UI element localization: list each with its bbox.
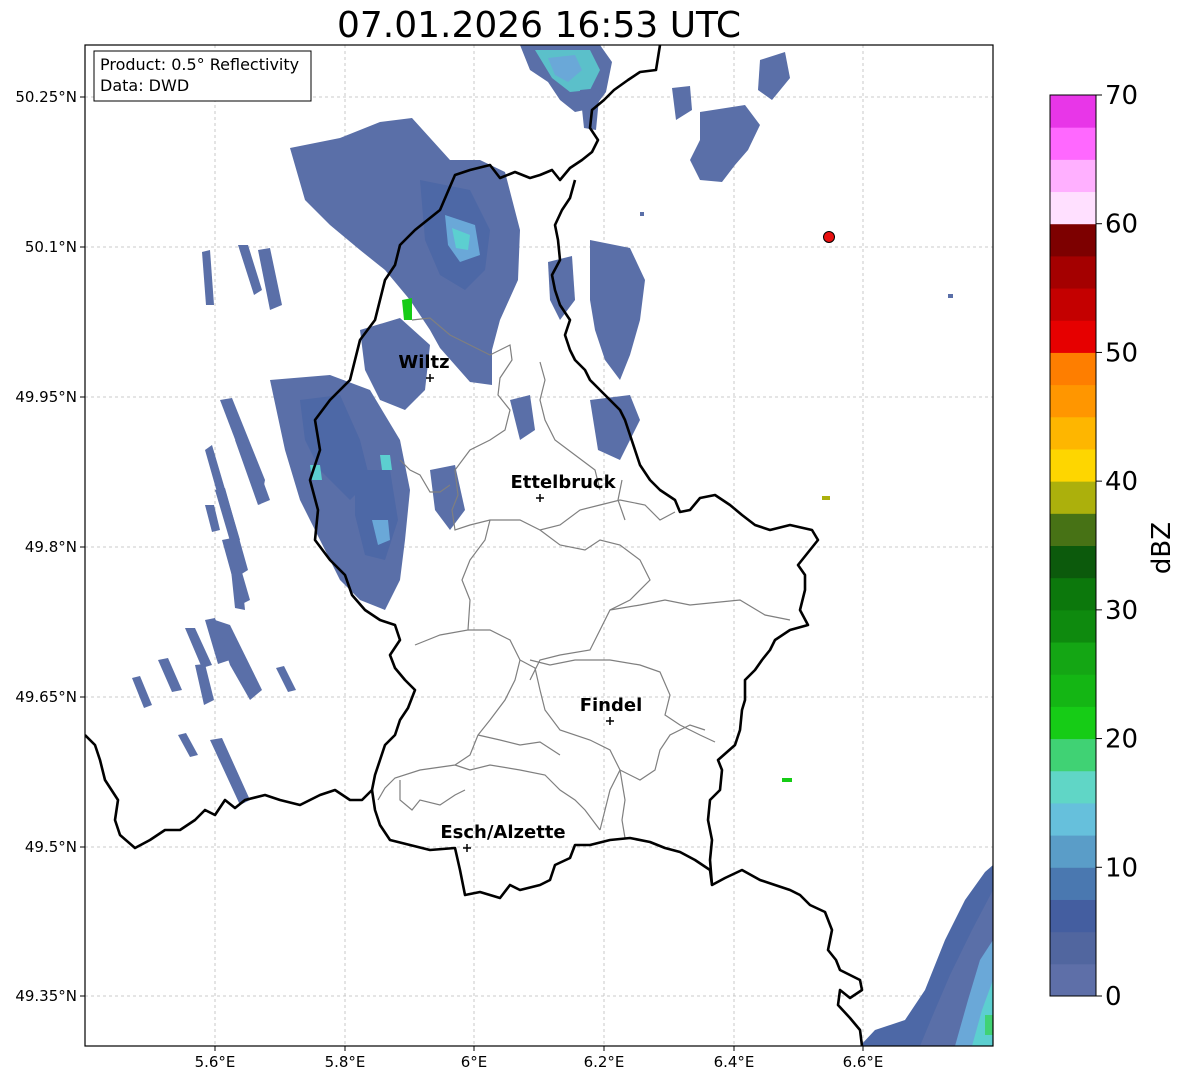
- colorbar-segment: [1050, 835, 1096, 868]
- colorbar-tick-label: 20: [1105, 725, 1138, 755]
- colorbar-segment: [1050, 931, 1096, 965]
- colorbar-segment: [1050, 95, 1096, 128]
- radar-map: Wiltz Ettelbruck Findel Esch/Alzette Pro…: [15, 44, 1177, 1071]
- city-label-findel: Findel: [580, 695, 643, 716]
- colorbar-segment: [1050, 416, 1096, 450]
- cantonal-borders: [377, 317, 791, 839]
- colorbar-segment: [1050, 513, 1096, 546]
- colorbar-tick-label: 60: [1105, 210, 1138, 240]
- lon-tick-label: 6.6°E: [843, 1053, 884, 1071]
- colorbar-segment: [1050, 899, 1096, 933]
- colorbar-tick-label: 40: [1105, 467, 1138, 497]
- colorbar-label: dBZ: [1147, 522, 1177, 574]
- info-data-source: Data: DWD: [100, 76, 189, 95]
- lat-tick-label: 49.5°N: [25, 838, 77, 856]
- colorbar-tick-label: 70: [1105, 81, 1138, 111]
- info-box: Product: 0.5° Reflectivity Data: DWD: [93, 50, 312, 102]
- colorbar-segment: [1050, 545, 1096, 579]
- lon-tick-label: 5.8°E: [325, 1053, 366, 1071]
- colorbar-tick-label: 50: [1105, 338, 1138, 368]
- city-marker-findel: [606, 717, 614, 725]
- colorbar-segment: [1050, 706, 1096, 740]
- lat-tick-label: 49.8°N: [25, 538, 77, 556]
- colorbar-segment: [1050, 223, 1096, 257]
- colorbar-segment: [1050, 191, 1096, 225]
- colorbar-segment: [1050, 738, 1096, 772]
- lon-tick-label: 6.4°E: [714, 1053, 755, 1071]
- colorbar-segment: [1050, 288, 1096, 321]
- colorbar-tick-label: 10: [1105, 853, 1138, 883]
- gridlines: [85, 45, 993, 1046]
- colorbar-segment: [1050, 609, 1096, 643]
- colorbar-segment: [1050, 867, 1096, 900]
- lon-tick-label: 6°E: [461, 1053, 488, 1071]
- location-marker: [823, 231, 835, 243]
- colorbar-segment: [1050, 770, 1096, 804]
- lon-tick-label: 5.6°E: [195, 1053, 236, 1071]
- colorbar-segment: [1050, 255, 1096, 289]
- colorbar-segment: [1050, 159, 1096, 193]
- lat-tick-label: 50.1°N: [25, 238, 77, 256]
- lat-tick-label: 49.35°N: [15, 987, 77, 1005]
- city-markers: [426, 374, 614, 852]
- city-label-wiltz: Wiltz: [398, 352, 449, 373]
- city-label-esch: Esch/Alzette: [440, 822, 565, 843]
- colorbar-segment: [1050, 802, 1096, 836]
- colorbar-tick-label: 30: [1105, 596, 1138, 626]
- lat-tick-label: 49.95°N: [15, 388, 77, 406]
- colorbar-tick-label: 0: [1105, 982, 1122, 1012]
- colorbar-segment: [1050, 127, 1096, 160]
- colorbar-ticks: 0 10 20 30 40 50 60 70: [1096, 81, 1138, 1012]
- lat-tick-label: 49.65°N: [15, 688, 77, 706]
- city-label-ettelbruck: Ettelbruck: [510, 472, 616, 493]
- colorbar-segment: [1050, 352, 1096, 386]
- colorbar: [1049, 94, 1097, 997]
- colorbar-segment: [1050, 963, 1096, 997]
- info-product: Product: 0.5° Reflectivity: [100, 55, 299, 74]
- lat-tick-label: 50.25°N: [15, 88, 77, 106]
- colorbar-segment: [1050, 674, 1096, 707]
- city-marker-ettelbruck: [536, 494, 544, 502]
- colorbar-segment: [1050, 448, 1096, 482]
- lon-tick-label: 6.2°E: [584, 1053, 625, 1071]
- city-marker-esch: [463, 844, 471, 852]
- colorbar-segment: [1050, 577, 1096, 611]
- city-marker-wiltz: [426, 374, 434, 382]
- colorbar-segment: [1050, 481, 1096, 514]
- colorbar-segment: [1050, 384, 1096, 418]
- colorbar-segment: [1050, 642, 1096, 675]
- colorbar-segment: [1050, 320, 1096, 353]
